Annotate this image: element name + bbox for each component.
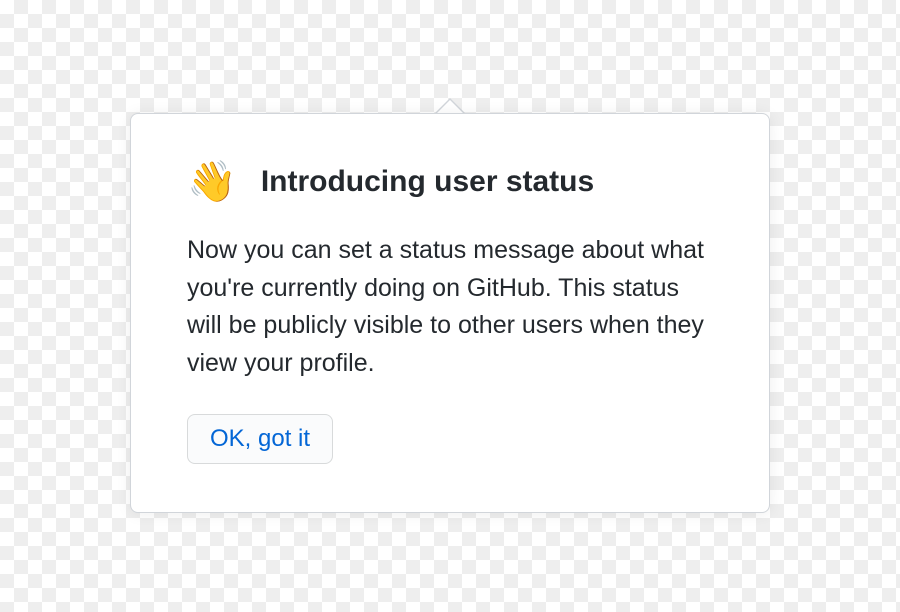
popover-title: Introducing user status bbox=[261, 165, 594, 199]
popover-container: 👋 Introducing user status Now you can se… bbox=[130, 113, 770, 513]
ok-got-it-button[interactable]: OK, got it bbox=[187, 414, 333, 464]
popover-header: 👋 Introducing user status bbox=[187, 162, 713, 202]
popover: 👋 Introducing user status Now you can se… bbox=[130, 113, 770, 513]
popover-body-text: Now you can set a status message about w… bbox=[187, 232, 713, 382]
popover-caret bbox=[435, 98, 465, 113]
wave-icon: 👋 bbox=[187, 162, 237, 202]
